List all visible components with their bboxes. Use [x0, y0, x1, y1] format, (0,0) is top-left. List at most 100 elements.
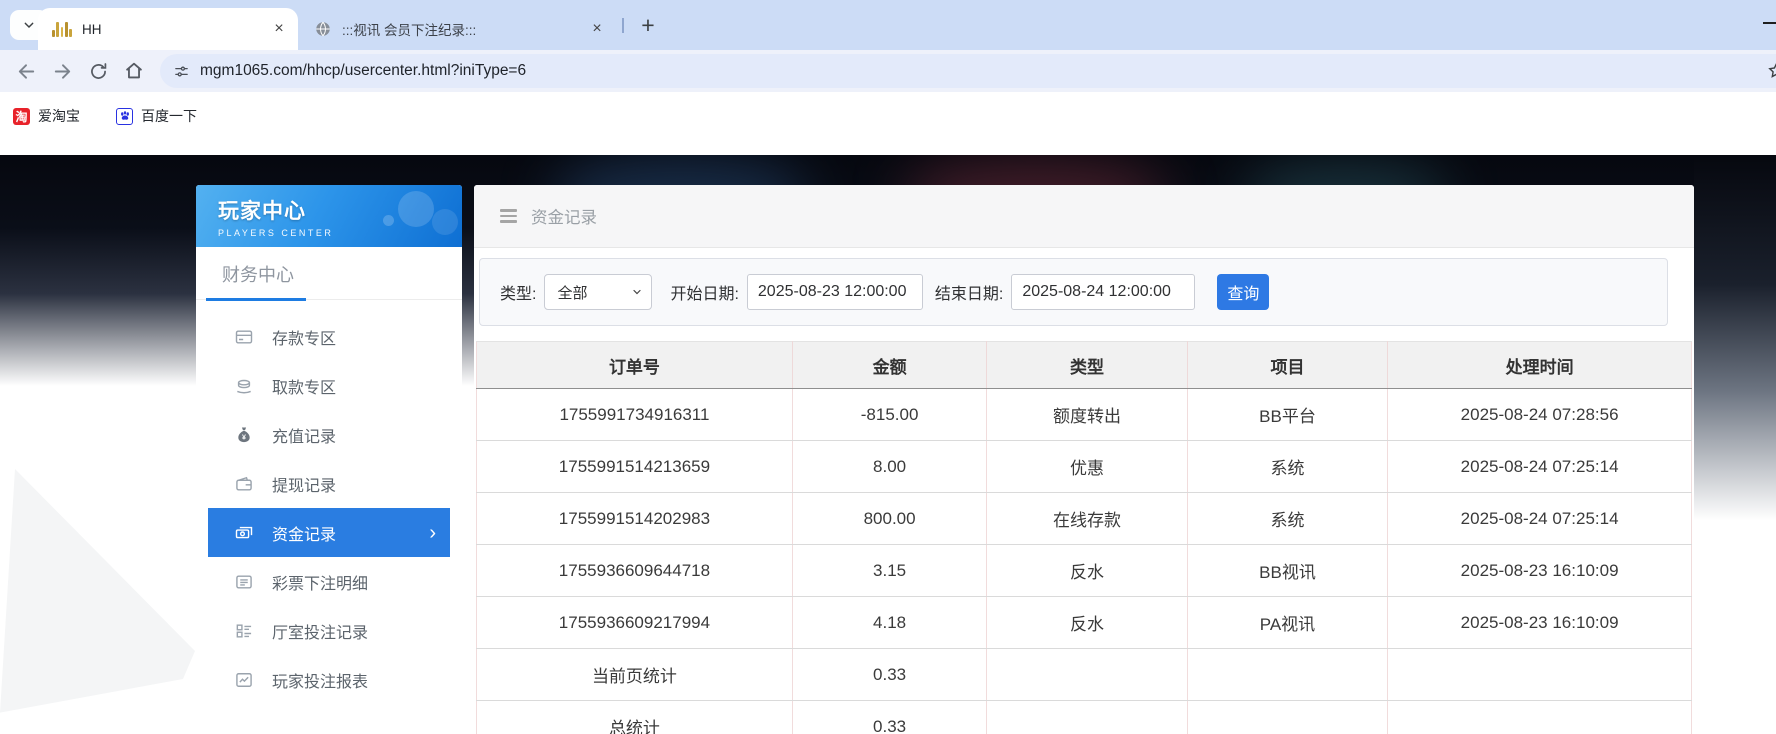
column-header-project: 项目	[1187, 342, 1387, 389]
type-label: 类型:	[500, 280, 536, 304]
filter-bar: 类型: 全部 开始日期: 结束日期: 查询	[479, 258, 1668, 326]
svg-text:¥: ¥	[242, 433, 246, 441]
table-row: 1755991734916311 -815.00 额度转出 BB平台 2025-…	[477, 389, 1692, 441]
home-icon	[123, 60, 145, 82]
column-header-order-no: 订单号	[477, 342, 793, 389]
sidebar-menu: 存款专区 取款专区 ¥ 充值记录	[196, 300, 462, 704]
table-row: 1755936609217994 4.18 反水 PA视讯 2025-08-23…	[477, 597, 1692, 649]
table-header-row: 订单号 金额 类型 项目 处理时间	[477, 342, 1692, 389]
hh-favicon-icon	[52, 21, 72, 37]
reload-icon	[88, 61, 109, 82]
forward-button[interactable]	[44, 54, 80, 88]
sidebar-item-label: 资金记录	[272, 521, 336, 545]
chevron-down-icon	[631, 286, 643, 298]
type-select[interactable]: 全部	[544, 274, 652, 310]
background-photo-right	[1694, 155, 1776, 585]
browser-toolbar: mgm1065.com/hhcp/usercenter.html?iniType…	[0, 50, 1776, 92]
sidebar-item-lottery-bet-details[interactable]: 彩票下注明细	[196, 557, 462, 606]
cell-type: 反水	[987, 597, 1187, 649]
cell-process-time: 2025-08-23 16:10:09	[1388, 545, 1692, 597]
table-row: 1755936609644718 3.15 反水 BB视讯 2025-08-23…	[477, 545, 1692, 597]
wallet-icon	[234, 474, 254, 494]
column-header-amount: 金额	[792, 342, 986, 389]
cell-amount: 4.18	[792, 597, 986, 649]
sidebar-item-deposit-zone[interactable]: 存款专区	[196, 312, 462, 361]
sidebar-subtitle: PLAYERS CENTER	[218, 228, 462, 238]
search-button[interactable]: 查询	[1217, 274, 1269, 310]
back-arrow-icon	[15, 60, 38, 83]
table-row-grand-total: 总统计 0.33	[477, 701, 1692, 734]
cell-label: 总统计	[477, 701, 793, 734]
sidebar-item-hall-bet-records[interactable]: 厅室投注记录	[196, 606, 462, 655]
chevron-down-icon	[21, 17, 37, 33]
cell-amount: 8.00	[792, 441, 986, 493]
sidebar-banner: 玩家中心 PLAYERS CENTER	[196, 185, 462, 247]
close-icon[interactable]: ×	[270, 20, 288, 38]
sidebar-item-recharge-records[interactable]: ¥ 充值记录	[196, 410, 462, 459]
cell-type: 额度转出	[987, 389, 1187, 441]
cell-project: BB平台	[1187, 389, 1387, 441]
back-button[interactable]	[8, 54, 44, 88]
cell-project: 系统	[1187, 441, 1387, 493]
bookmark-star-icon[interactable]	[1767, 61, 1776, 80]
url-text[interactable]: mgm1065.com/hhcp/usercenter.html?iniType…	[200, 62, 526, 80]
page-title: 资金记录	[531, 204, 597, 228]
chevron-right-icon: ›	[429, 523, 436, 543]
cell-process-time: 2025-08-24 07:25:14	[1388, 441, 1692, 493]
address-bar[interactable]: mgm1065.com/hhcp/usercenter.html?iniType…	[160, 54, 1776, 88]
site-info-icon[interactable]	[173, 63, 190, 80]
table-row-current-page-total: 当前页统计 0.33	[477, 649, 1692, 701]
tab-title: :::视讯 会员下注纪录:::	[342, 19, 588, 39]
tab-hh[interactable]: HH ×	[38, 8, 298, 50]
globe-icon	[314, 20, 332, 38]
start-date-input[interactable]	[747, 274, 923, 310]
sidebar-section-heading: 财务中心	[196, 247, 462, 300]
fund-records-table: 订单号 金额 类型 项目 处理时间 1755991734916311 -815.…	[476, 341, 1692, 734]
player-center-sidebar: 玩家中心 PLAYERS CENTER 财务中心 存款专区	[196, 185, 462, 734]
cell-type: 在线存款	[987, 493, 1187, 545]
baidu-paw-icon	[116, 108, 133, 125]
tab-shixun[interactable]: :::视讯 会员下注纪录::: ×	[300, 8, 612, 50]
sidebar-item-label: 玩家投注报表	[272, 668, 368, 692]
start-date-label: 开始日期:	[670, 280, 738, 304]
fund-records-panel: 资金记录 类型: 全部 开始日期: 结束日期: 查询 订单号	[474, 185, 1694, 734]
home-button[interactable]	[116, 54, 152, 88]
type-select-value: 全部	[557, 282, 587, 303]
cell-amount: 0.33	[792, 701, 986, 734]
close-icon[interactable]: ×	[588, 20, 606, 38]
bookmark-label: 百度一下	[141, 106, 197, 126]
cell-order-no: 1755936609217994	[477, 597, 793, 649]
tab-title: HH	[82, 22, 270, 37]
end-date-input[interactable]	[1011, 274, 1195, 310]
column-header-process-time: 处理时间	[1388, 342, 1692, 389]
sidebar-item-withdraw-zone[interactable]: 取款专区	[196, 361, 462, 410]
cell-order-no: 1755991514213659	[477, 441, 793, 493]
cell-type: 优惠	[987, 441, 1187, 493]
browser-window: HH × :::视讯 会员下注纪录::: × + mgm1065.com/hhc…	[0, 0, 1776, 734]
cell-amount: 3.15	[792, 545, 986, 597]
cell-type: 反水	[987, 545, 1187, 597]
cell-amount: 0.33	[792, 649, 986, 701]
sidebar-item-withdrawal-records[interactable]: 提现记录	[196, 459, 462, 508]
sidebar-item-label: 充值记录	[272, 423, 336, 447]
hamburger-icon	[500, 209, 517, 223]
new-tab-button[interactable]: +	[633, 12, 663, 39]
sidebar-item-label: 彩票下注明细	[272, 570, 368, 594]
taobao-icon: 淘	[13, 108, 30, 125]
tab-strip: HH × :::视讯 会员下注纪录::: × +	[0, 0, 1776, 50]
cell-process-time: 2025-08-24 07:28:56	[1388, 389, 1692, 441]
web-page: 玩家中心 PLAYERS CENTER 财务中心 存款专区	[0, 140, 1776, 734]
reload-button[interactable]	[80, 54, 116, 88]
minimize-button[interactable]	[1763, 22, 1776, 24]
sidebar-item-player-bet-report[interactable]: 玩家投注报表	[196, 655, 462, 704]
bookmark-baidu[interactable]: 百度一下	[116, 106, 197, 126]
forward-arrow-icon	[51, 60, 74, 83]
bookmark-label: 爱淘宝	[38, 106, 80, 126]
sidebar-item-fund-records[interactable]: 资金记录 ›	[208, 508, 450, 557]
end-date-label: 结束日期:	[935, 280, 1003, 304]
cell-project: BB视讯	[1187, 545, 1387, 597]
bookmark-taobao[interactable]: 淘 爱淘宝	[13, 106, 80, 126]
table-row: 1755991514202983 800.00 在线存款 系统 2025-08-…	[477, 493, 1692, 545]
report-chart-icon	[234, 670, 254, 690]
bookmarks-bar: 淘 爱淘宝 百度一下	[0, 92, 1776, 140]
